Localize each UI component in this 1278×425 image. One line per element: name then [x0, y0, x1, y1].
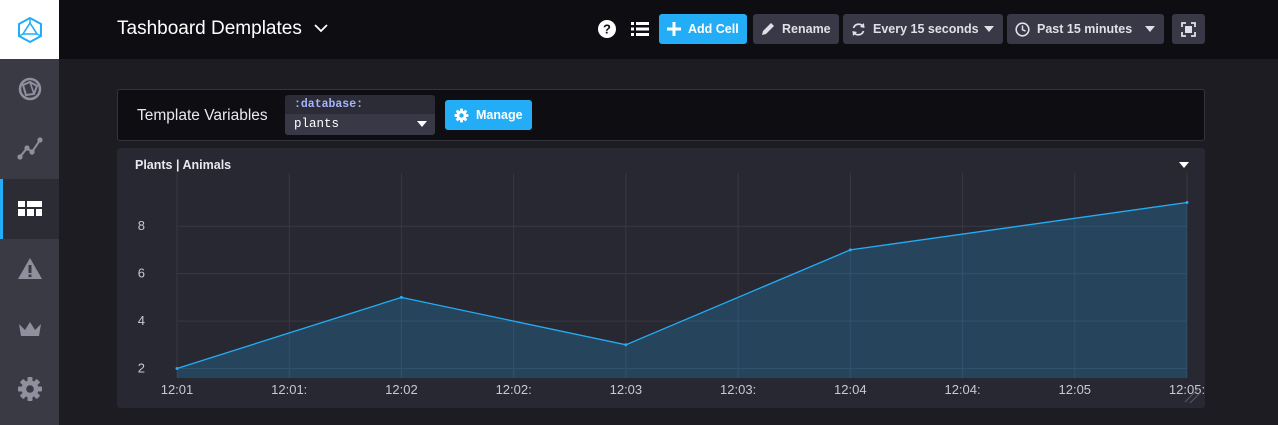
nav-alerting[interactable] [0, 239, 59, 299]
template-variable-dropdown[interactable]: :database: plants [285, 95, 435, 135]
nav-admin[interactable] [0, 299, 59, 359]
data-point [848, 248, 852, 252]
x-tick-label: 12:04: [944, 382, 980, 397]
template-variables-label: Template Variables [137, 107, 268, 124]
template-variable-value: plants [294, 117, 340, 131]
expand-icon [1181, 21, 1196, 37]
rename-button[interactable]: Rename [753, 14, 839, 44]
add-cell-button[interactable]: Add Cell [659, 14, 747, 44]
chronograf-logo-icon [17, 16, 42, 43]
help-icon[interactable]: ? [597, 19, 617, 39]
caret-down-icon [1145, 26, 1155, 32]
x-tick-label: 12:02: [496, 382, 532, 397]
manage-label: Manage [476, 108, 523, 122]
dashboard-title[interactable]: Tashboard Demplates [117, 18, 302, 40]
x-tick-label: 12:03: [720, 382, 756, 397]
template-variables-bar: Template Variables :database: plants Man… [117, 89, 1205, 141]
series-area-fill [177, 202, 1187, 378]
x-tick-label: 12:05 [1059, 382, 1092, 397]
rename-label: Rename [782, 22, 831, 36]
host-globe-icon [18, 77, 41, 101]
settings-gear-icon [17, 377, 42, 401]
autorefresh-dropdown[interactable]: Every 15 seconds [843, 14, 1003, 44]
data-explorer-graph-icon [16, 137, 43, 160]
y-tick-label: 6 [138, 266, 145, 281]
y-tick-label: 2 [138, 361, 145, 376]
refresh-icon [852, 22, 865, 36]
y-tick-label: 4 [138, 313, 145, 328]
nav-host-list[interactable] [0, 59, 59, 119]
dashboard-cell[interactable]: Plants | Animals 2 4 6 8 12:01 12:01: 12:02 12:… [117, 148, 1205, 408]
data-point [1185, 200, 1189, 204]
caret-down-icon [984, 26, 994, 32]
data-point [175, 367, 179, 371]
time-range-label: Past 15 minutes [1037, 22, 1133, 36]
presentation-mode-button[interactable] [1172, 14, 1205, 44]
data-point [624, 343, 628, 347]
plus-icon [667, 22, 681, 36]
admin-crown-icon [18, 322, 41, 336]
line-graph[interactable]: 2 4 6 8 12:01 12:01: 12:02 12:02: 12:03 12:03: 12:… [117, 148, 1205, 408]
y-tick-label: 8 [138, 218, 145, 233]
sidebar [0, 0, 59, 425]
time-range-dropdown[interactable]: Past 15 minutes [1007, 14, 1164, 44]
nav-dashboards[interactable] [0, 179, 59, 239]
nav-data-explorer[interactable] [0, 119, 59, 179]
template-variable-key: :database: [294, 98, 364, 111]
data-point [399, 295, 403, 299]
x-tick-label: 12:01 [161, 382, 194, 397]
nav-configuration[interactable] [0, 359, 59, 419]
dashboards-grid-icon [17, 201, 42, 216]
svg-text:?: ? [603, 22, 611, 37]
caret-down-icon [417, 121, 427, 127]
x-tick-label: 12:04 [834, 382, 867, 397]
pencil-icon [762, 23, 774, 35]
manage-template-variables-button[interactable]: Manage [445, 100, 532, 130]
template-variables-toggle-icon[interactable] [630, 19, 650, 39]
autorefresh-label: Every 15 seconds [873, 22, 979, 36]
page-header: Tashboard Demplates ? Add Cell Rename Ev… [59, 0, 1278, 59]
add-cell-label: Add Cell [688, 22, 739, 36]
gear-icon [454, 108, 469, 122]
chevron-down-icon[interactable] [313, 22, 329, 34]
template-variable-value-select[interactable]: plants [285, 114, 435, 135]
clock-icon [1015, 21, 1030, 37]
alert-triangle-icon [17, 258, 42, 279]
x-tick-label: 12:01: [271, 382, 307, 397]
x-tick-label: 12:03 [610, 382, 643, 397]
logo-button[interactable] [0, 0, 59, 59]
x-tick-label: 12:02 [385, 382, 418, 397]
x-tick-label: 12:05: [1169, 382, 1205, 397]
